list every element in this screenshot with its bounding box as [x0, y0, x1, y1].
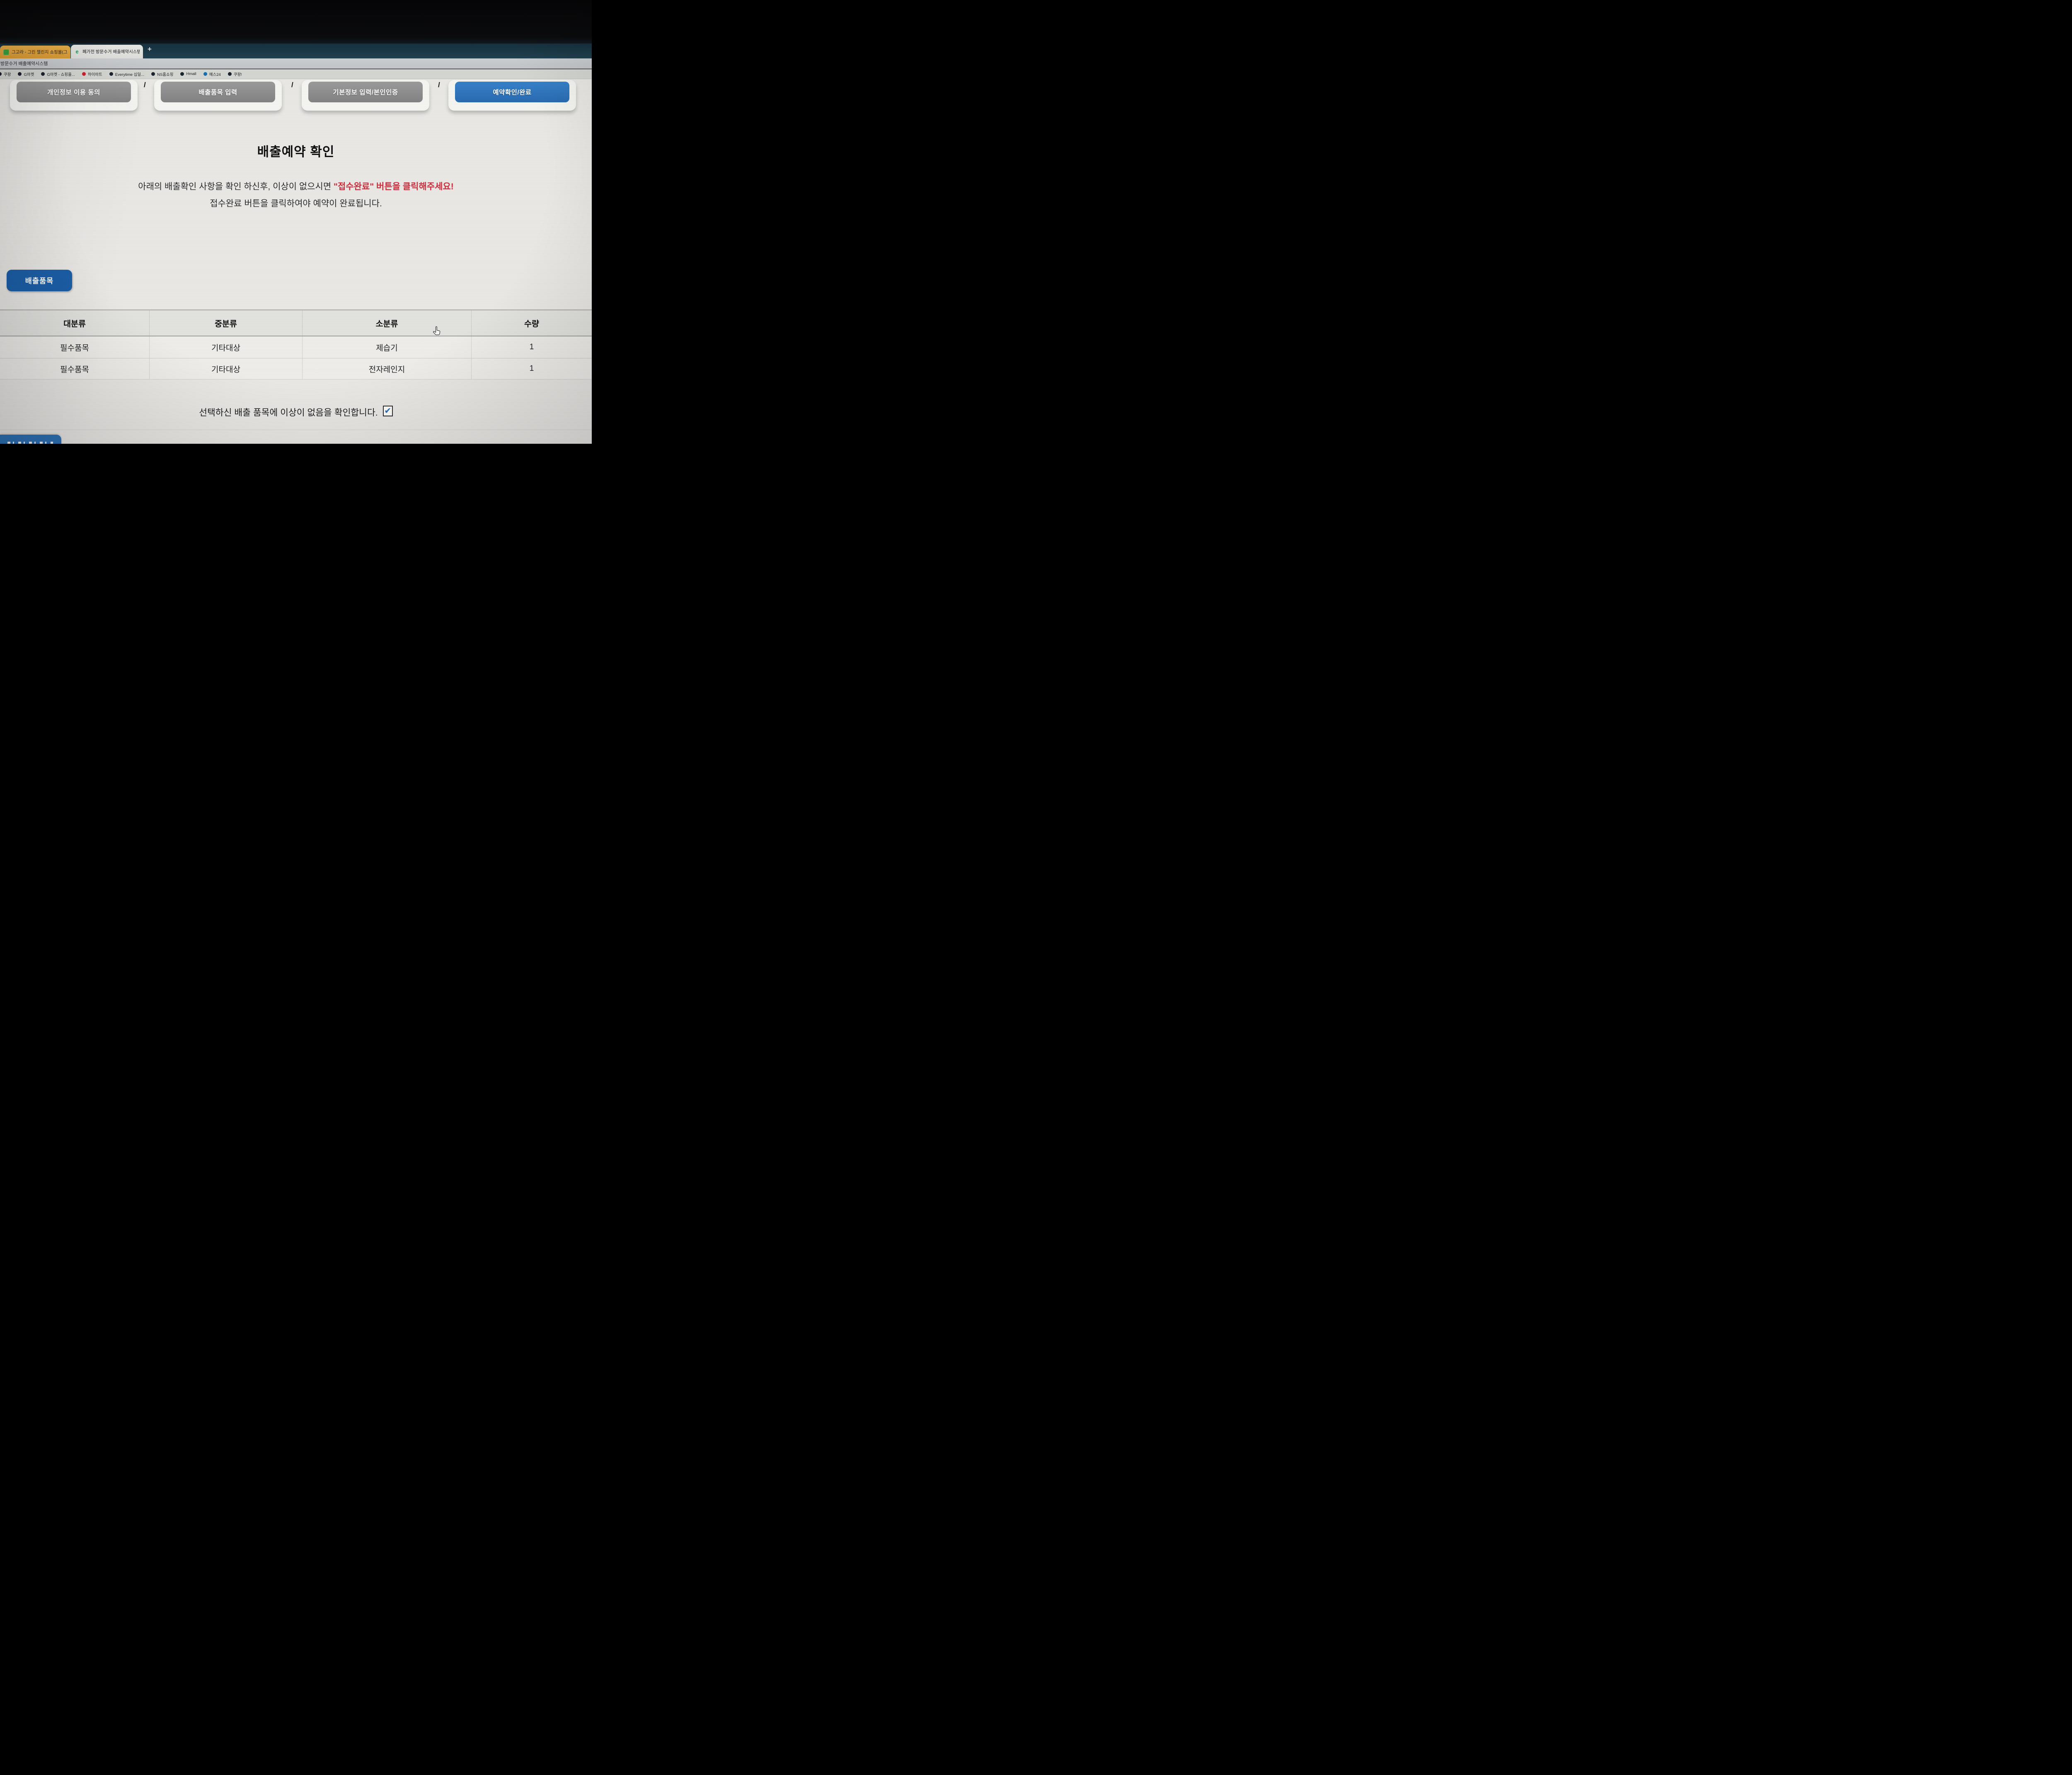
- col-header-major: 대분류: [0, 310, 150, 336]
- favicon-dot-icon: [151, 72, 155, 76]
- tab-title: 폐가전 방문수거 배출예약시스템: [82, 48, 140, 55]
- new-tab-button[interactable]: +: [148, 45, 152, 53]
- cell-quantity: 1: [472, 358, 592, 379]
- favicon-dot-icon: [109, 72, 113, 76]
- favicon-dot-icon: [82, 72, 86, 76]
- section-badge-discharge-items: 배출품목: [7, 270, 72, 291]
- cutoff-label-glyph-tops: [7, 442, 53, 444]
- discharge-items-table: 대분류 중분류 소분류 수량 필수품목 기타대상 제습기 1 필수품목 기타대상…: [0, 310, 592, 380]
- bookmark-himart[interactable]: 하이마트: [82, 71, 102, 77]
- confirmation-text: 선택하신 배출 품목에 이상이 없음을 확인합니다.: [199, 406, 378, 418]
- step-tab-item-entry[interactable]: 배출품목 입력: [161, 82, 275, 102]
- table-row: 필수품목 기타대상 제습기 1: [0, 336, 592, 358]
- favicon-dot-icon: [0, 72, 2, 76]
- address-text: 방문수거 배출예약시스템: [0, 60, 48, 67]
- favicon-dot-icon: [228, 72, 232, 76]
- table-header-row: 대분류 중분류 소분류 수량: [0, 310, 592, 336]
- bookmark-coupang[interactable]: 쿠팡: [0, 71, 11, 77]
- favicon-dot-icon: [180, 72, 184, 76]
- bookmarks-bar: 쿠팡 G마켓 G마켓 - 쇼핑을... 하이마트 Everytime 십일...…: [0, 69, 592, 79]
- bookmark-hmall[interactable]: Hmall: [180, 72, 196, 76]
- reservation-page: 개인정보 이용 동의 / 배출품목 입력 / 기본정보 입력/본인인증 / 예약…: [0, 79, 592, 444]
- step-container-2: 배출품목 입력: [154, 80, 282, 111]
- step-separator: /: [144, 81, 146, 89]
- browser-tab-active-reservation[interactable]: e 폐가전 방문수거 배출예약시스템: [71, 45, 143, 58]
- bookmark-coupang2[interactable]: 쿠팡!: [228, 71, 242, 77]
- favicon-dot-icon: [203, 72, 207, 76]
- step-tab-confirm-complete[interactable]: 예약확인/완료: [455, 82, 569, 102]
- browser-tab-shopping[interactable]: 그고라 - 그린 챌린지 쇼핑몰(그: [0, 46, 70, 58]
- instruction-line-2: 접수완료 버튼을 클릭하여야 예약이 완료됩니다.: [0, 197, 592, 209]
- bookmark-gmarket[interactable]: G마켓: [18, 71, 34, 77]
- col-header-middle: 중분류: [150, 310, 303, 336]
- monitor-bezel: [0, 0, 592, 44]
- reservation-tab-favicon-icon: e: [74, 49, 80, 55]
- cell-minor: 제습기: [303, 336, 472, 358]
- cell-major: 필수품목: [0, 336, 150, 358]
- favicon-dot-icon: [18, 72, 22, 76]
- confirm-checkbox[interactable]: ✔: [383, 406, 393, 416]
- browser-tab-strip: 그고라 - 그린 챌린지 쇼핑몰(그 e 폐가전 방문수거 배출예약시스템 +: [0, 44, 592, 58]
- bookmark-everytime[interactable]: Everytime 십일...: [109, 71, 144, 77]
- step-separator: /: [438, 81, 440, 89]
- page-title: 배출예약 확인: [0, 141, 592, 160]
- bookmark-gmarket-shop[interactable]: G마켓 - 쇼핑을...: [41, 71, 75, 77]
- step-container-3: 기본정보 입력/본인인증: [302, 80, 429, 111]
- table-row: 필수품목 기타대상 전자레인지 1: [0, 358, 592, 380]
- col-header-minor: 소분류: [303, 310, 472, 336]
- cell-middle: 기타대상: [150, 358, 303, 379]
- col-header-quantity: 수량: [472, 310, 592, 336]
- checkmark-icon: ✔: [384, 407, 391, 415]
- cell-quantity: 1: [472, 336, 592, 358]
- step-tab-basic-info[interactable]: 기본정보 입력/본인인증: [308, 82, 423, 102]
- monitor-photo: 그고라 - 그린 챌린지 쇼핑몰(그 e 폐가전 방문수거 배출예약시스템 + …: [0, 0, 592, 444]
- bookmark-yes24[interactable]: 예스24: [203, 71, 221, 77]
- step-tab-privacy-consent[interactable]: 개인정보 이용 동의: [17, 82, 131, 102]
- tab-title: 그고라 - 그린 챌린지 쇼핑몰(그: [12, 49, 67, 55]
- shopping-tab-favicon-icon: [3, 49, 9, 55]
- cell-middle: 기타대상: [150, 336, 303, 358]
- bookmark-nshome[interactable]: NS홈쇼핑: [151, 71, 173, 77]
- instruction-red-emphasis: "접수완료" 버튼을 클릭해주세요!: [334, 182, 454, 191]
- confirmation-row: 선택하신 배출 품목에 이상이 없음을 확인합니다. ✔: [0, 406, 592, 418]
- cell-major: 필수품목: [0, 358, 150, 379]
- next-section-badge-cutoff: [0, 435, 61, 444]
- address-bar[interactable]: 방문수거 배출예약시스템: [0, 58, 592, 69]
- instruction-line-1: 아래의 배출확인 사항을 확인 하신후, 이상이 없으시면 "접수완료" 버튼을…: [0, 180, 592, 192]
- step-separator: /: [291, 81, 293, 89]
- cell-minor: 전자레인지: [303, 358, 472, 379]
- step-container-1: 개인정보 이용 동의: [10, 80, 138, 111]
- mouse-cursor-pointer-icon: [433, 326, 441, 337]
- favicon-dot-icon: [41, 72, 45, 76]
- step-container-4: 예약확인/완료: [448, 80, 576, 111]
